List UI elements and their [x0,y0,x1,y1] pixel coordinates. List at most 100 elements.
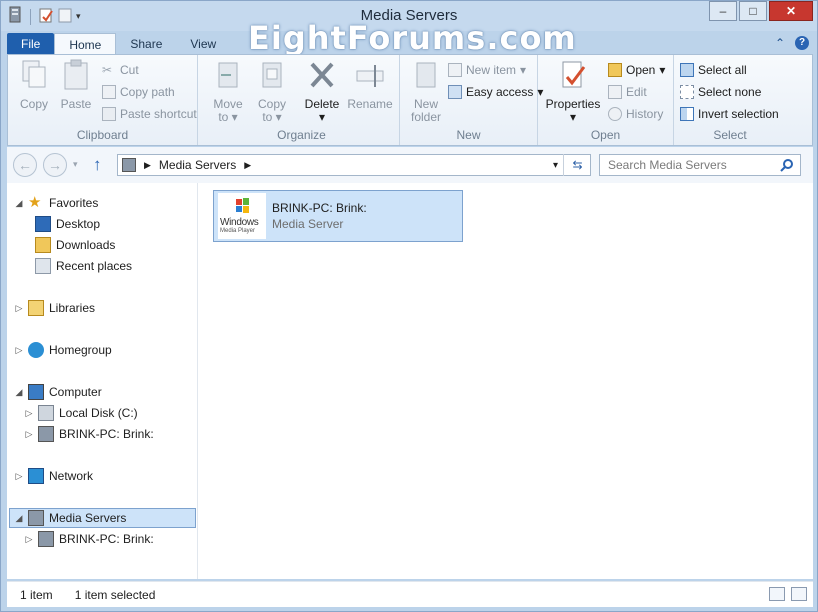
expanded-arrow-icon[interactable]: ◢ [15,198,23,209]
help-icon[interactable]: ? [795,36,809,50]
open-group: Properties ▾ Open ▾ Edit History Open [538,55,674,145]
nav-brink-pc-computer[interactable]: ▷ BRINK-PC: Brink: [25,424,154,444]
desktop-icon [35,216,51,232]
paste-button[interactable]: Paste [58,59,94,111]
collapsed-arrow-icon[interactable]: ▷ [15,345,23,356]
easy-access-button[interactable]: Easy access ▾ [448,85,543,99]
refresh-button[interactable]: ⇆ [563,154,591,176]
search-box[interactable]: Search Media Servers [599,154,801,176]
edit-icon [608,85,622,99]
homegroup-icon [28,342,44,358]
organize-group-label: Organize [277,128,326,142]
address-dropdown-icon[interactable]: ▾ [553,160,558,171]
delete-button[interactable]: Delete ▾ [300,59,344,124]
organize-group: Move to ▾ Copy to ▾ Delete ▾ Rename Orga… [204,55,400,145]
up-arrow-icon[interactable]: ↑ [93,155,102,175]
new-item-icon [448,63,462,77]
paste-shortcut-button[interactable]: Paste shortcut [102,107,197,121]
nav-computer[interactable]: ◢ Computer [15,382,102,402]
media-server-icon [38,531,54,547]
address-bar[interactable]: ▶ Media Servers ▶ ▾ [117,154,591,176]
delete-x-icon [310,62,334,88]
ribbon-tabs: File Home Share View [7,33,230,55]
maximize-button[interactable]: □ [739,1,767,21]
nav-homegroup[interactable]: ▷ Homegroup [15,340,112,360]
navigation-pane: ◢ ★ Favorites Desktop Downloads Recent p… [7,183,198,579]
select-none-icon [680,85,694,99]
new-group-label: New [456,128,481,142]
open-group-label: Open [590,128,621,142]
search-icon[interactable] [780,158,794,175]
large-icons-view-icon[interactable] [791,587,807,601]
search-input[interactable]: Search Media Servers [608,158,727,172]
network-icon [28,468,44,484]
copy-path-button[interactable]: Copy path [102,85,175,99]
select-none-button[interactable]: Select none [680,85,761,99]
nav-media-servers[interactable]: ◢ Media Servers [9,508,196,528]
address-row: ← → ▾ ↑ ▶ Media Servers ▶ ▾ ⇆ Search Med… [7,147,813,183]
refresh-icon: ⇆ [572,158,583,172]
star-icon: ★ [28,194,42,211]
clipboard-group: Copy Paste ✂ Cut Copy path Paste shortcu… [8,55,198,145]
nav-local-disk[interactable]: ▷ Local Disk (C:) [25,403,138,423]
select-all-button[interactable]: Select all [680,63,747,77]
nav-libraries[interactable]: ▷ Libraries [15,298,95,318]
invert-selection-button[interactable]: Invert selection [680,107,779,121]
selection-count: 1 item selected [74,587,156,602]
properties-button[interactable]: Properties ▾ [542,59,604,124]
tab-view[interactable]: View [176,33,230,55]
minimize-ribbon-icon[interactable]: ⌃ [775,36,785,50]
copy-to-button[interactable]: Copy to ▾ [254,59,290,124]
forward-button[interactable]: → [43,153,67,177]
history-button[interactable]: History [608,107,663,121]
recent-locations-chevron-icon[interactable]: ▾ [73,159,78,170]
cut-button[interactable]: ✂ Cut [102,63,139,77]
nav-favorites[interactable]: ◢ ★ Favorites [15,193,99,213]
collapsed-arrow-icon[interactable]: ▷ [25,534,33,545]
expanded-arrow-icon[interactable]: ◢ [15,513,23,524]
back-arrow-icon: ← [18,157,32,173]
select-group: Select all Select none Invert selection … [674,55,786,145]
nav-desktop[interactable]: Desktop [35,214,100,234]
close-button[interactable]: ✕ [769,1,813,21]
move-to-button[interactable]: Move to ▾ [210,59,246,124]
item-title: BRINK-PC: Brink: [272,201,367,215]
item-count: 1 item [20,587,53,602]
windows-media-player-logo: Windows Media Player [218,193,266,239]
history-icon [608,107,622,121]
copy-button[interactable]: Copy [16,59,52,111]
media-server-item[interactable]: Windows Media Player BRINK-PC: Brink: Me… [213,190,463,242]
media-server-icon [28,510,44,526]
details-view-icon[interactable] [769,587,785,601]
rename-icon [356,65,384,87]
nav-downloads[interactable]: Downloads [35,235,115,255]
new-item-button[interactable]: New item ▾ [448,63,526,77]
minimize-button[interactable]: – [709,1,737,21]
rename-button[interactable]: Rename [346,59,394,111]
breadcrumb-arrow-icon[interactable]: ▶ [144,160,151,171]
collapsed-arrow-icon[interactable]: ▷ [15,471,23,482]
nav-recent-places[interactable]: Recent places [35,256,132,276]
nav-network[interactable]: ▷ Network [15,466,93,486]
collapsed-arrow-icon[interactable]: ▷ [25,408,33,419]
libraries-icon [28,300,44,316]
nav-brink-pc-media[interactable]: ▷ BRINK-PC: Brink: [25,529,154,549]
breadcrumb-media-servers[interactable]: Media Servers [159,158,236,172]
tab-share[interactable]: Share [116,33,176,55]
invert-selection-icon [680,107,694,121]
item-text: BRINK-PC: Brink: Media Server [272,200,367,232]
paste-icon [64,59,88,90]
collapsed-arrow-icon[interactable]: ▷ [25,429,33,440]
content-pane: Windows Media Player BRINK-PC: Brink: Me… [198,183,813,579]
collapsed-arrow-icon[interactable]: ▷ [15,303,23,314]
back-button[interactable]: ← [13,153,37,177]
open-button[interactable]: Open ▾ [608,63,665,77]
new-folder-button[interactable]: New folder [406,59,446,124]
edit-button[interactable]: Edit [608,85,647,99]
breadcrumb-arrow-icon[interactable]: ▶ [244,160,251,171]
expanded-arrow-icon[interactable]: ◢ [15,387,23,398]
view-buttons [769,587,807,601]
tab-file[interactable]: File [7,33,55,55]
downloads-icon [35,237,51,253]
tab-home[interactable]: Home [54,33,117,55]
